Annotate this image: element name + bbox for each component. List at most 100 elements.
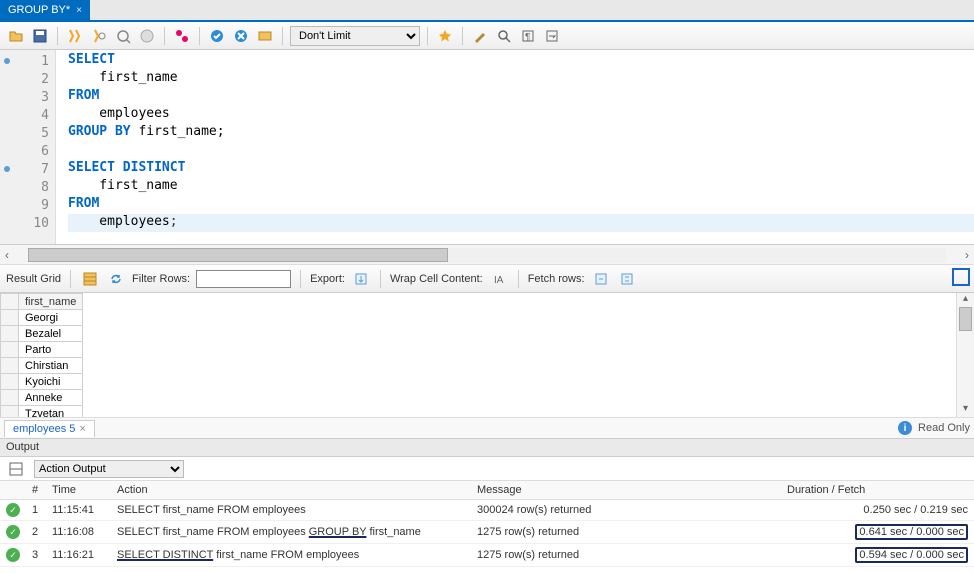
autocommit-on-icon[interactable] (207, 26, 227, 46)
editor-hscroll[interactable]: ‹ › (0, 245, 974, 265)
code-line[interactable] (68, 142, 974, 160)
gutter-line: 8 (0, 178, 55, 196)
query-tab[interactable]: GROUP BY* × (0, 0, 90, 20)
vscroll-thumb[interactable] (959, 307, 972, 331)
grid-vscroll[interactable]: ▴ ▾ (956, 293, 974, 417)
close-icon[interactable]: × (79, 423, 85, 435)
wrap-icon[interactable] (542, 26, 562, 46)
column-header-first-name[interactable]: first_name (19, 294, 83, 310)
filter-rows-input[interactable] (196, 270, 291, 288)
cell-first-name[interactable]: Kyoichi (19, 374, 83, 390)
result-grid-label: Result Grid (6, 273, 61, 285)
code-line[interactable]: employees; (68, 214, 974, 232)
col-action: Action (111, 481, 471, 500)
code-line[interactable]: FROM (68, 196, 974, 214)
read-only-indicator: i Read Only (898, 421, 970, 435)
result-toolbar: Result Grid Filter Rows: Export: Wrap Ce… (0, 265, 974, 293)
save-file-icon[interactable] (30, 26, 50, 46)
row-message: 1275 row(s) returned (471, 521, 781, 544)
gutter-line: 6 (0, 142, 55, 160)
row-action: SELECT first_name FROM employees GROUP B… (111, 521, 471, 544)
fetch-all-icon[interactable] (617, 269, 637, 289)
code-area[interactable]: SELECT first_nameFROM employeesGROUP BY … (56, 50, 974, 244)
fetch-next-icon[interactable] (591, 269, 611, 289)
table-row[interactable]: Bezalel (1, 326, 83, 342)
info-icon: i (898, 421, 912, 435)
execute-icon[interactable] (65, 26, 85, 46)
cell-first-name[interactable]: Tzvetan (19, 406, 83, 418)
commit-icon[interactable] (172, 26, 192, 46)
table-row[interactable]: Parto (1, 342, 83, 358)
row-duration: 0.641 sec / 0.000 sec (781, 521, 974, 544)
execute-current-icon[interactable] (89, 26, 109, 46)
sql-editor[interactable]: 12345678910 SELECT first_nameFROM employ… (0, 50, 974, 245)
wrap-cell-icon[interactable]: IA (489, 269, 509, 289)
code-line[interactable]: employees (68, 106, 974, 124)
hscroll-thumb[interactable] (28, 248, 448, 262)
code-line[interactable]: first_name (68, 70, 974, 88)
find-icon[interactable] (494, 26, 514, 46)
code-line[interactable]: SELECT DISTINCT (68, 160, 974, 178)
row-num: 3 (26, 544, 46, 567)
result-tab[interactable]: employees 5 × (4, 420, 95, 437)
toggle-icon[interactable] (255, 26, 275, 46)
side-panel-toggle[interactable] (952, 268, 970, 286)
row-action: SELECT first_name FROM employees (111, 500, 471, 521)
export-label: Export: (310, 273, 345, 285)
table-row[interactable]: Anneke (1, 390, 83, 406)
autocommit-off-icon[interactable] (231, 26, 251, 46)
gutter-line: 4 (0, 106, 55, 124)
code-line[interactable]: FROM (68, 88, 974, 106)
limit-rows-select[interactable]: Don't Limit (290, 26, 420, 46)
cell-first-name[interactable]: Chirstian (19, 358, 83, 374)
code-line[interactable]: first_name (68, 178, 974, 196)
cell-first-name[interactable]: Georgi (19, 310, 83, 326)
output-row[interactable]: ✓211:16:08SELECT first_name FROM employe… (0, 521, 974, 544)
scroll-up-icon[interactable]: ▴ (957, 293, 974, 307)
row-num: 2 (26, 521, 46, 544)
stop-icon[interactable] (137, 26, 157, 46)
table-row[interactable]: Kyoichi (1, 374, 83, 390)
code-line[interactable]: SELECT (68, 52, 974, 70)
result-table[interactable]: first_name GeorgiBezalelPartoChirstianKy… (0, 293, 956, 417)
statement-marker-icon (4, 58, 10, 64)
gutter-line: 10 (0, 214, 55, 232)
cell-first-name[interactable]: Parto (19, 342, 83, 358)
explain-icon[interactable] (113, 26, 133, 46)
row-time: 11:16:08 (46, 521, 111, 544)
table-row[interactable]: Tzvetan (1, 406, 83, 418)
toggle-invisible-icon[interactable]: ¶ (518, 26, 538, 46)
scroll-right-icon[interactable]: › (960, 248, 974, 262)
gutter-line: 1 (0, 52, 55, 70)
scroll-down-icon[interactable]: ▾ (957, 403, 974, 417)
favorite-icon[interactable] (435, 26, 455, 46)
row-header (1, 310, 19, 326)
table-row[interactable]: Georgi (1, 310, 83, 326)
filter-rows-label: Filter Rows: (132, 273, 190, 285)
gutter-line: 3 (0, 88, 55, 106)
output-row[interactable]: ✓111:15:41SELECT first_name FROM employe… (0, 500, 974, 521)
output-panel-icon[interactable] (6, 459, 26, 479)
table-row[interactable]: Chirstian (1, 358, 83, 374)
output-row[interactable]: ✓311:16:21SELECT DISTINCT first_name FRO… (0, 544, 974, 567)
hscroll-track[interactable] (28, 248, 946, 262)
line-gutter: 12345678910 (0, 50, 56, 244)
cell-first-name[interactable]: Anneke (19, 390, 83, 406)
editor-toolbar: Don't Limit ¶ (0, 22, 974, 50)
output-log: # Time Action Message Duration / Fetch ✓… (0, 481, 974, 573)
beautify-icon[interactable] (470, 26, 490, 46)
close-icon[interactable]: × (76, 5, 82, 16)
row-header (1, 406, 19, 418)
open-file-icon[interactable] (6, 26, 26, 46)
col-message: Message (471, 481, 781, 500)
code-line[interactable]: GROUP BY first_name; (68, 124, 974, 142)
cell-first-name[interactable]: Bezalel (19, 326, 83, 342)
scroll-left-icon[interactable]: ‹ (0, 248, 14, 262)
grid-view-icon[interactable] (80, 269, 100, 289)
svg-text:IA: IA (494, 275, 504, 286)
export-icon[interactable] (351, 269, 371, 289)
refresh-icon[interactable] (106, 269, 126, 289)
output-type-select[interactable]: Action Output (34, 460, 184, 478)
gutter-line: 2 (0, 70, 55, 88)
row-action: SELECT DISTINCT first_name FROM employee… (111, 544, 471, 567)
